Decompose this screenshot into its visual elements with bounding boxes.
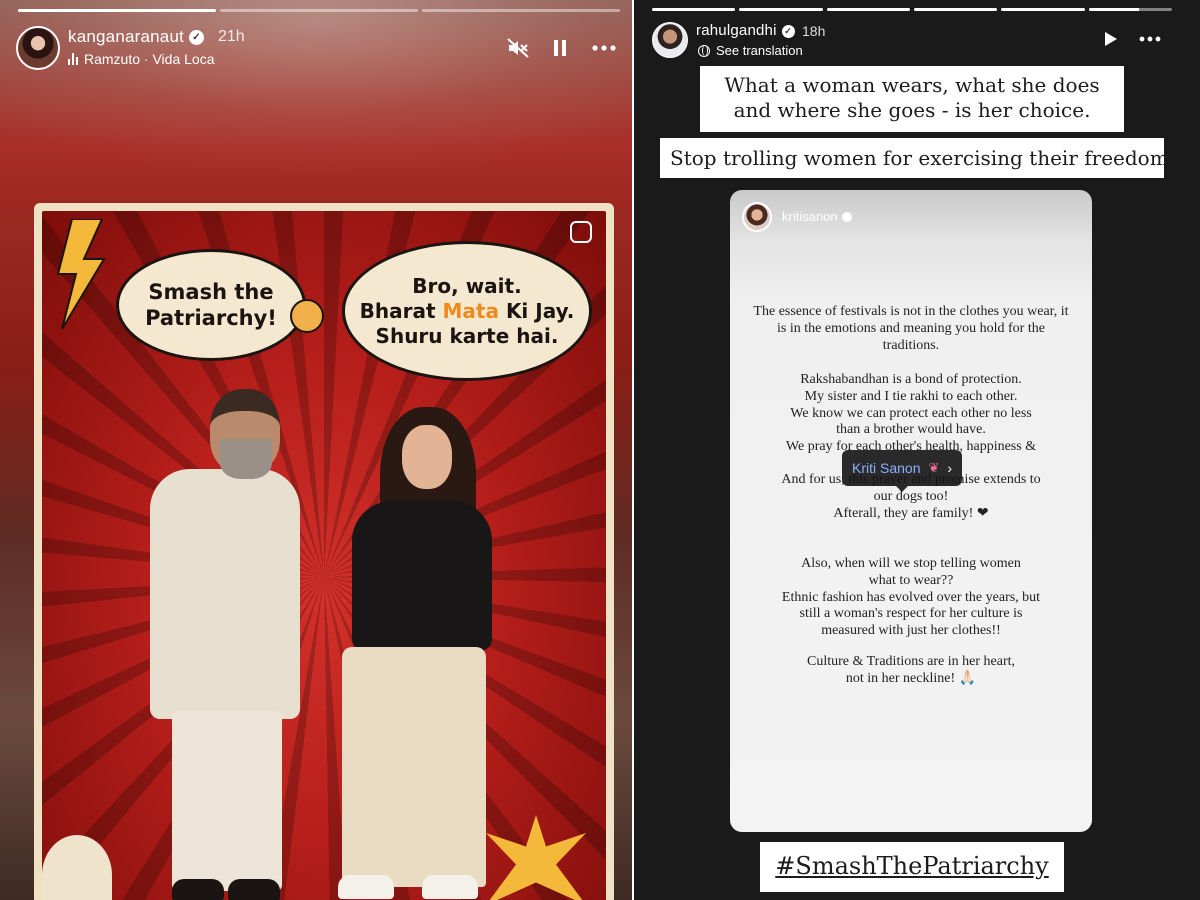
story-left[interactable]: kanganaranaut ✓ 21h Ramzuto · Vida Loca S… xyxy=(0,0,632,900)
shared-username[interactable]: kritisanon xyxy=(782,209,852,224)
avatar-kritisanon[interactable] xyxy=(742,202,772,232)
progress-segment xyxy=(18,9,216,12)
man-shoe-left xyxy=(172,879,224,900)
woman-shoe-right xyxy=(422,875,478,899)
mention-tag-kriti-sanon[interactable]: Kriti Sanon ❦ › xyxy=(842,450,963,492)
progress-fill xyxy=(826,8,910,11)
fist-icon xyxy=(290,299,324,333)
story-time-right: 18h xyxy=(802,23,826,39)
speech-bubble-right: Bro, wait. Bharat Mata Ki Jay. Shuru kar… xyxy=(342,241,592,381)
woman-figure-face xyxy=(402,425,452,489)
progress-segment xyxy=(913,8,998,11)
progress-fill xyxy=(18,9,216,12)
pause-icon[interactable] xyxy=(546,36,574,60)
progress-segment xyxy=(1001,8,1085,11)
globe-icon xyxy=(698,44,710,57)
music-info[interactable]: Ramzuto · Vida Loca xyxy=(68,51,214,67)
speech-bubble-left: Smash the Patriarchy! xyxy=(116,249,306,361)
more-icon[interactable] xyxy=(1136,29,1164,53)
progress-segment xyxy=(1088,8,1172,11)
avatar-kanganaranaut[interactable] xyxy=(16,26,60,70)
shared-paragraph-1: The essence of festivals is not in the c… xyxy=(753,304,1069,353)
man-figure-body xyxy=(150,469,300,719)
comic-burst-shape xyxy=(486,815,586,900)
lightning-bolt-icon xyxy=(56,219,106,329)
music-bars-icon xyxy=(68,53,78,65)
progress-fill xyxy=(913,8,998,11)
butterfly-icon: ❦ xyxy=(928,460,940,475)
chevron-right-icon[interactable]: › xyxy=(947,460,952,476)
hashtag-sticker[interactable]: #SmashThePatriarchy xyxy=(760,842,1064,892)
progress-fill xyxy=(652,8,736,11)
progress-fill xyxy=(739,8,823,11)
reshare-square-icon xyxy=(570,221,592,243)
story-right[interactable]: rahulgandhi ✓ 18h See translation What a … xyxy=(634,0,1200,900)
progress-fill xyxy=(1088,8,1139,11)
username-text[interactable]: kanganaranaut xyxy=(68,27,184,46)
comic-smoke-cloud xyxy=(42,835,112,900)
progress-fill xyxy=(1001,8,1085,11)
bubble-right-line3: Shuru karte hai. xyxy=(375,323,559,348)
shared-paragraph-2: Rakshabandhan is a bond of protection. M… xyxy=(785,372,1037,455)
see-translation-label[interactable]: See translation xyxy=(716,43,803,58)
username-text[interactable]: rahulgandhi xyxy=(696,22,777,39)
progress-segment xyxy=(826,8,910,11)
caption-text-1: What a woman wears, what she does and wh… xyxy=(700,66,1124,132)
progress-segment xyxy=(422,9,620,12)
man-shoe-right xyxy=(228,879,280,900)
story-progress-bar-left xyxy=(18,9,620,12)
more-icon[interactable] xyxy=(590,36,618,60)
story-progress-bar-right xyxy=(652,8,1172,11)
woman-figure-pants xyxy=(342,647,486,887)
progress-segment xyxy=(739,8,823,11)
man-figure-pants xyxy=(172,711,282,891)
caption-text-2: Stop trolling women for exercising their… xyxy=(660,138,1175,178)
man-figure-beard xyxy=(220,439,272,479)
progress-segment xyxy=(652,8,736,11)
woman-figure-top xyxy=(352,501,492,651)
avatar-rahulgandhi[interactable] xyxy=(652,22,688,58)
poster-artwork: Smash the Patriarchy! Bro, wait. Bharat … xyxy=(42,211,606,900)
see-translation-link[interactable]: See translation xyxy=(698,43,803,58)
verified-badge-icon: ✓ xyxy=(781,24,795,38)
muted-speaker-icon[interactable] xyxy=(504,36,532,60)
woman-shoe-left xyxy=(338,875,394,899)
mention-tag-label[interactable]: Kriti Sanon xyxy=(852,460,920,476)
music-title[interactable]: Ramzuto · Vida Loca xyxy=(84,51,214,67)
username-right[interactable]: rahulgandhi ✓ xyxy=(696,22,795,39)
play-icon[interactable] xyxy=(1096,29,1124,53)
progress-segment xyxy=(220,9,418,12)
verified-badge-icon: ✓ xyxy=(189,30,205,46)
bubble-left-line1: Smash the xyxy=(148,279,274,304)
verified-badge-icon xyxy=(841,211,852,222)
shared-paragraph-5: Culture & Traditions are in her heart, n… xyxy=(806,654,1016,686)
comic-poster: Smash the Patriarchy! Bro, wait. Bharat … xyxy=(34,203,614,900)
bubble-left-line2: Patriarchy! xyxy=(145,306,277,330)
story-time-left: 21h xyxy=(218,28,245,45)
shared-paragraph-4: Also, when will we stop telling women wh… xyxy=(781,556,1041,639)
bubble-right-line1: Bro, wait. xyxy=(412,273,522,298)
bubble-right-line2: Bharat Mata Ki Jay. xyxy=(359,298,575,323)
shared-story-card[interactable]: kritisanon The essence of festivals is n… xyxy=(730,190,1092,832)
username-left[interactable]: kanganaranaut ✓ xyxy=(68,27,205,47)
shared-username-text[interactable]: kritisanon xyxy=(782,209,838,224)
